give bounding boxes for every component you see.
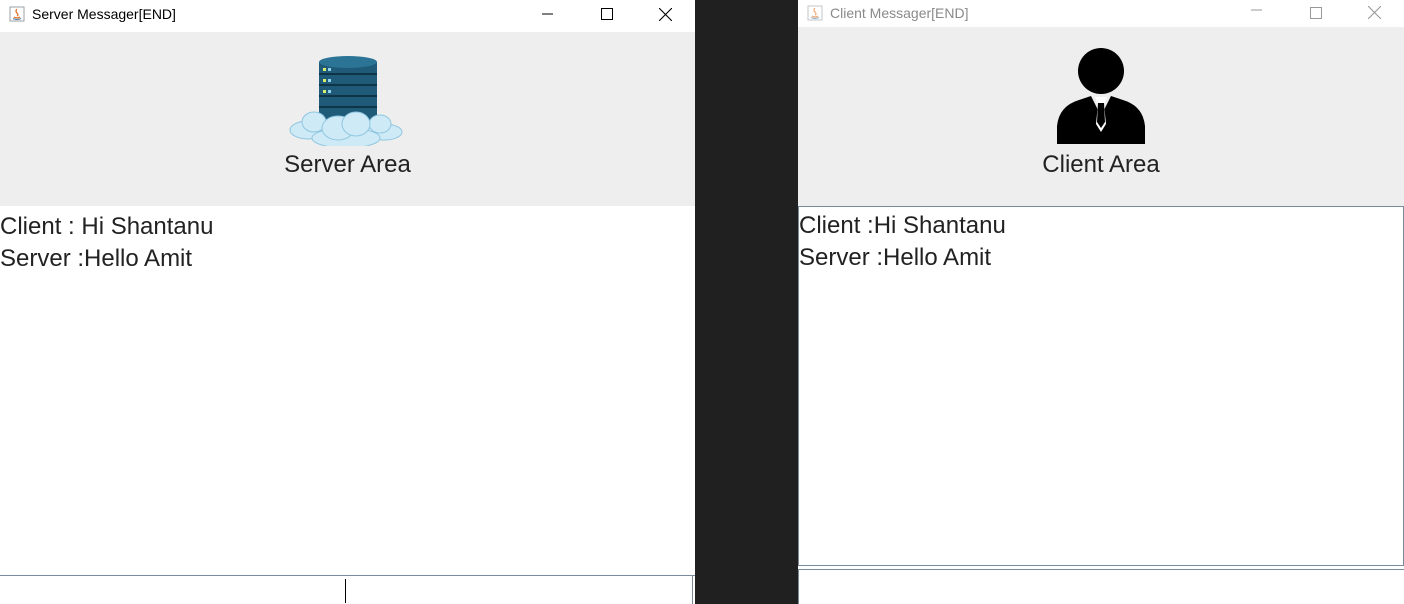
close-button[interactable] <box>636 0 695 28</box>
maximize-button[interactable] <box>1286 0 1345 25</box>
client-input-row <box>798 569 1404 604</box>
maximize-icon <box>1309 6 1322 19</box>
minimize-icon <box>1250 9 1262 10</box>
minimize-icon <box>541 13 553 15</box>
close-icon <box>1368 6 1381 19</box>
window-title: Client Messager[END] <box>830 4 969 21</box>
server-area-label: Server Area <box>284 151 411 178</box>
input-border <box>692 576 693 604</box>
java-app-icon <box>807 5 823 21</box>
server-titlebar[interactable]: Server Messager[END] <box>0 0 695 28</box>
server-input-row <box>0 575 695 604</box>
client-titlebar[interactable]: Client Messager[END] <box>798 0 1404 25</box>
maximize-icon <box>600 8 613 20</box>
message-line: Client :Hi Shantanu <box>799 212 1006 239</box>
minimize-button[interactable] <box>1227 0 1286 25</box>
close-button[interactable] <box>1345 0 1404 25</box>
server-window: Server Messager[END] Server Area Client … <box>0 0 695 604</box>
window-title: Server Messager[END] <box>32 6 176 22</box>
client-header-panel: Client Area <box>798 27 1404 206</box>
window-controls <box>518 0 695 28</box>
close-icon <box>659 7 672 21</box>
client-message-input[interactable] <box>799 570 1404 604</box>
server-header-panel: Server Area <box>0 32 695 206</box>
message-line: Server :Hello Amit <box>0 245 193 272</box>
window-controls <box>1227 0 1404 25</box>
text-caret <box>345 579 346 603</box>
message-line: Server :Hello Amit <box>799 244 992 271</box>
server-message-area[interactable]: Client : Hi Shantanu Server :Hello Amit <box>0 206 695 574</box>
minimize-button[interactable] <box>518 0 577 28</box>
maximize-button[interactable] <box>577 0 636 28</box>
server-cloud-icon <box>289 56 403 146</box>
client-area-label: Client Area <box>1042 151 1160 178</box>
java-app-icon <box>9 6 25 22</box>
message-line: Client : Hi Shantanu <box>0 213 214 240</box>
user-icon <box>1057 48 1145 144</box>
server-message-input[interactable] <box>0 576 695 604</box>
client-window: Client Messager[END] Client Area Client … <box>798 0 1404 604</box>
client-message-area[interactable]: Client :Hi Shantanu Server :Hello Amit <box>798 206 1404 566</box>
